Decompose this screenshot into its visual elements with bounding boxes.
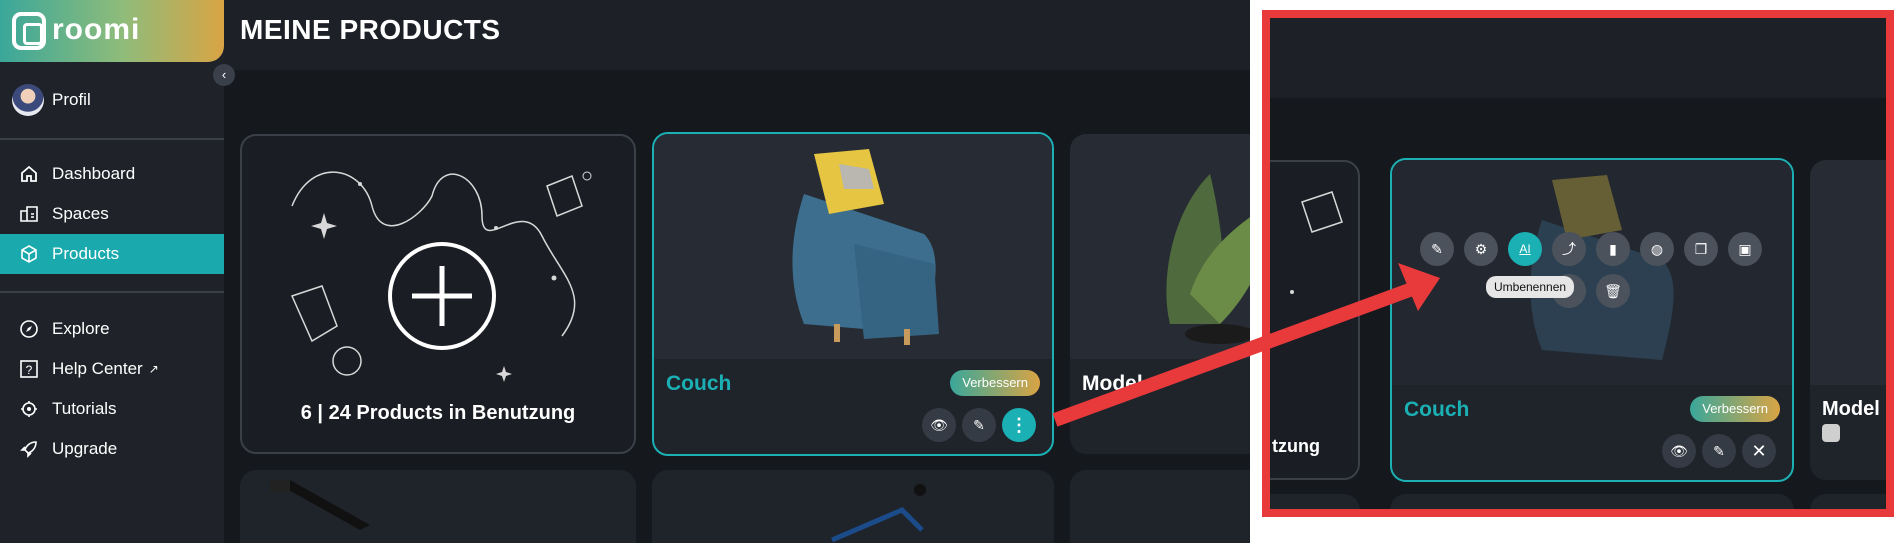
edit-button[interactable]: ✎: [962, 408, 996, 442]
inset-top-bar: [1270, 18, 1886, 98]
share-icon: ⤴: [1562, 241, 1576, 257]
add-product-card[interactable]: 6 | 24 Products in Benutzung: [240, 134, 636, 454]
rocket-icon: [18, 438, 40, 460]
pencil-icon: ✎: [973, 416, 985, 433]
close-icon: ✕: [1751, 440, 1767, 461]
sidebar-item-upgrade[interactable]: Upgrade: [0, 429, 224, 469]
pencil-icon: ✎: [1431, 240, 1443, 257]
collapse-sidebar-button[interactable]: ‹: [213, 64, 235, 86]
sidebar-item-label: Products: [52, 244, 120, 263]
more-options-button[interactable]: ⋮: [1002, 408, 1036, 442]
product-card[interactable]: [652, 470, 1054, 543]
sidebar-item-products[interactable]: Products: [0, 234, 224, 274]
sidebar-item-label: Help Center: [52, 359, 143, 378]
product-card-couch[interactable]: Couch Verbessern 👁 ✎ ⋮: [652, 132, 1054, 456]
inset-model-name: Model: [1822, 398, 1880, 420]
eye-icon: 👁: [930, 416, 948, 433]
gallery-menu-button[interactable]: ▣: [1728, 232, 1762, 266]
improve-badge[interactable]: Verbessern: [950, 370, 1040, 396]
more-icon: ⋮: [1010, 414, 1028, 435]
inset-card: [1270, 494, 1360, 509]
settings-menu-button[interactable]: ⚙: [1464, 232, 1498, 266]
bar-chart-icon: ▮: [1609, 240, 1617, 257]
external-link-icon: ↗: [148, 362, 159, 376]
product-name: Couch: [666, 372, 732, 395]
help-icon: ?: [18, 358, 40, 380]
home-icon: [18, 163, 40, 185]
inset-product-card-couch: ✎ ⚙ AI ⤴ ▮ ◍ ❐ ▣ ✦ 🗑 Umbenennen Couch Ve…: [1390, 158, 1794, 482]
sidebar-item-dashboard[interactable]: Dashboard: [0, 154, 224, 194]
avatar: [12, 84, 44, 116]
zoom-inset: tzung ✎ ⚙ AI ⤴ ▮ ◍ ❐ ▣ ✦ 🗑 Umbenennen Co…: [1262, 10, 1894, 517]
sidebar-item-help-center[interactable]: ? Help Center ↗: [0, 349, 224, 389]
rename-menu-button[interactable]: ✎: [1420, 232, 1454, 266]
svg-text:?: ?: [26, 363, 33, 377]
inset-product-name: Couch: [1404, 398, 1470, 421]
stats-menu-button[interactable]: ▮: [1596, 232, 1630, 266]
couch-image: [792, 149, 939, 345]
product-card[interactable]: [240, 470, 636, 543]
globe-icon: ◍: [1650, 240, 1664, 257]
divider: [0, 291, 224, 293]
sidebar-item-spaces[interactable]: Spaces: [0, 194, 224, 234]
space-illustration: [1290, 191, 1343, 294]
delete-menu-button[interactable]: 🗑: [1596, 274, 1630, 308]
preview-button[interactable]: 👁: [922, 408, 956, 442]
duplicate-menu-button[interactable]: ❐: [1684, 232, 1718, 266]
inset-card: [1810, 494, 1886, 509]
tutorials-icon: [18, 398, 40, 420]
couch-image: [1530, 175, 1674, 360]
bike-image: [831, 484, 926, 543]
sidebar-item-label: Dashboard: [52, 164, 136, 183]
location-icon: [1822, 424, 1840, 442]
ai-menu-button[interactable]: AI: [1508, 232, 1542, 266]
inset-improve-badge[interactable]: Verbessern: [1690, 396, 1780, 422]
inset-close-menu-button[interactable]: ✕: [1742, 434, 1776, 468]
cube-icon: [18, 243, 40, 265]
inset-product-card-model: Model: [1810, 160, 1886, 480]
inset-add-card: tzung: [1270, 160, 1360, 480]
inset-product-thumbnail: [1810, 160, 1886, 385]
compass-icon: [18, 318, 40, 340]
sidebar-item-label: Explore: [52, 319, 110, 338]
eye-icon: 👁: [1670, 442, 1688, 459]
guitar-image: [270, 480, 370, 530]
sidebar-item-tutorials[interactable]: Tutorials: [0, 389, 224, 429]
profile-label: Profil: [52, 90, 91, 109]
spaces-icon: [18, 203, 40, 225]
page-title: MEINE PRODUCTS: [240, 14, 501, 45]
profile[interactable]: Profil: [12, 84, 91, 116]
web-menu-button[interactable]: ◍: [1640, 232, 1674, 266]
product-thumbnail: [654, 134, 1052, 359]
logo[interactable]: roomi: [0, 0, 224, 62]
product-name: Model: [1082, 372, 1143, 395]
trash-icon: 🗑: [1604, 282, 1622, 299]
logo-mark-icon: [12, 12, 46, 50]
inset-product-thumbnail: [1392, 160, 1792, 385]
copy-icon: ❐: [1694, 240, 1708, 257]
rename-tooltip: Umbenennen: [1486, 276, 1575, 298]
sidebar-item-label: Upgrade: [52, 439, 118, 458]
gear-icon: ⚙: [1474, 240, 1488, 257]
sidebar-item-label: Tutorials: [52, 399, 117, 418]
sidebar-item-explore[interactable]: Explore: [0, 309, 224, 349]
product-count: 6 | 24 Products in Benutzung: [300, 402, 576, 424]
images-icon: ▣: [1738, 240, 1752, 257]
inset-preview-button[interactable]: 👁: [1662, 434, 1696, 468]
share-menu-button[interactable]: ⤴: [1552, 232, 1586, 266]
logo-text: roomi: [52, 13, 141, 46]
space-illustration: [290, 171, 592, 382]
inset-edit-button[interactable]: ✎: [1702, 434, 1736, 468]
pencil-icon: ✎: [1713, 442, 1725, 459]
inset-card: [1390, 494, 1794, 509]
sidebar-item-label: Spaces: [52, 204, 109, 223]
divider: [0, 138, 224, 140]
sidebar: roomi ‹ Profil Dashboard Spaces Products…: [0, 0, 235, 543]
inset-count-partial: tzung: [1272, 436, 1320, 456]
